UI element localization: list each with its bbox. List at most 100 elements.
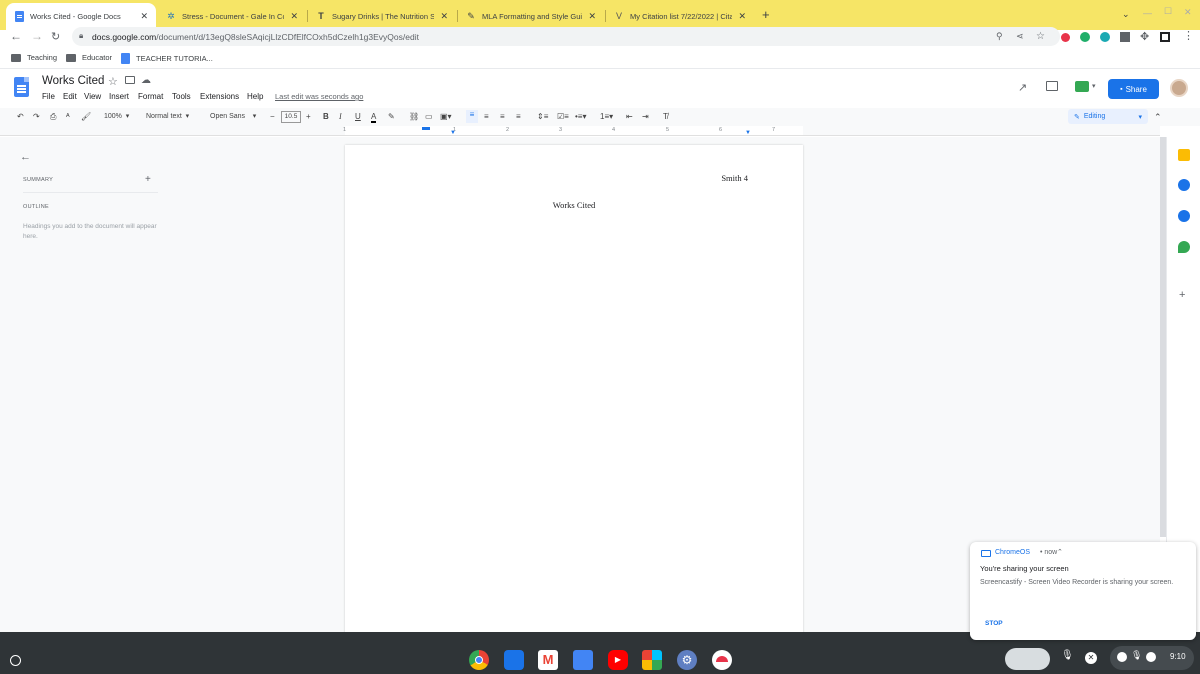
link-icon[interactable]: ⛓︎	[409, 112, 419, 121]
star-icon[interactable]: ☆	[108, 75, 118, 88]
window-close-icon[interactable]: ✕	[1184, 7, 1192, 18]
play-store-icon[interactable]	[642, 650, 662, 670]
zoom-select[interactable]: 100% ▾	[104, 112, 129, 120]
gmail-icon[interactable]: M	[538, 650, 558, 670]
settings-icon[interactable]: ⚙	[677, 650, 697, 670]
tab-mla-guide[interactable]: ✎ MLA Formatting and Style Guide ✕	[458, 4, 604, 28]
increase-indent-icon[interactable]: ⇥	[642, 112, 649, 121]
print-icon[interactable]: ⎙	[50, 112, 56, 122]
keep-icon[interactable]	[1178, 149, 1190, 161]
tasks-icon[interactable]	[1178, 179, 1190, 191]
maximize-icon[interactable]: ☐	[1164, 6, 1172, 17]
paint-format-icon[interactable]: 🖌︎	[81, 112, 91, 121]
grammarly-extension-icon[interactable]	[1080, 32, 1090, 42]
numbered-list-icon[interactable]: 1≡▾	[600, 112, 613, 121]
bookmark-teacher-tutorial[interactable]: TEACHER TUTORIA...	[121, 53, 213, 64]
redo-icon[interactable]: ↷	[33, 112, 40, 121]
undo-icon[interactable]: ↶	[17, 112, 24, 121]
document-title[interactable]: Works Cited	[42, 75, 104, 87]
chrome-icon[interactable]	[469, 650, 489, 670]
new-tab-button[interactable]: +	[762, 7, 770, 22]
share-page-icon[interactable]: ⋖	[1016, 31, 1024, 42]
docs-icon[interactable]	[573, 650, 593, 670]
chevron-down-icon[interactable]: ▾	[1092, 82, 1096, 90]
decrease-indent-icon[interactable]: ⇤	[626, 112, 633, 121]
maps-icon[interactable]	[1178, 241, 1190, 253]
sidepanel-icon[interactable]	[1160, 32, 1170, 42]
image-icon[interactable]: ▣▾	[440, 112, 452, 121]
first-line-indent-marker[interactable]	[422, 127, 430, 130]
right-indent-marker[interactable]: ▼	[745, 130, 751, 136]
more-vert-icon[interactable]: ⋮	[1183, 29, 1194, 42]
youtube-icon[interactable]: ▶	[608, 650, 628, 670]
document-page[interactable]: Smith 4 Works Cited	[345, 145, 803, 635]
highlight-icon[interactable]: ✎	[388, 112, 395, 121]
close-icon[interactable]: ✕	[588, 11, 596, 22]
bold-icon[interactable]: B	[323, 112, 329, 121]
star-icon[interactable]: ☆	[1036, 31, 1045, 42]
screencastify-icon[interactable]	[712, 650, 732, 670]
close-icon[interactable]: ✕	[290, 11, 298, 22]
reload-icon[interactable]: ↻	[51, 30, 60, 43]
menu-edit[interactable]: Edit	[63, 92, 77, 101]
back-arrow-icon[interactable]: ←	[20, 151, 31, 163]
extension-icon[interactable]	[1120, 32, 1130, 42]
activity-trend-icon[interactable]: ↗	[1018, 81, 1027, 94]
share-button[interactable]: ▪ Share	[1108, 79, 1159, 99]
tab-works-cited[interactable]: Works Cited - Google Docs ✕	[6, 3, 156, 30]
move-folder-icon[interactable]	[125, 76, 135, 84]
avatar[interactable]	[1170, 79, 1188, 97]
puzzle-icon[interactable]: ✥	[1140, 30, 1149, 43]
tab-sugary-drinks[interactable]: T Sugary Drinks | The Nutrition So ✕	[308, 4, 456, 28]
font-select[interactable]: Open Sans ▾	[210, 112, 256, 120]
files-icon[interactable]	[504, 650, 524, 670]
text-color-icon[interactable]: A	[371, 112, 377, 123]
decrease-font-size-button[interactable]: −	[270, 112, 275, 121]
docs-logo-icon[interactable]	[14, 77, 29, 97]
align-center-icon[interactable]: ≡	[484, 112, 489, 121]
chevron-up-icon[interactable]: ⌃	[1057, 548, 1063, 556]
menu-view[interactable]: View	[84, 92, 101, 101]
menu-insert[interactable]: Insert	[109, 92, 129, 101]
menu-tools[interactable]: Tools	[172, 92, 191, 101]
last-edit-link[interactable]: Last edit was seconds ago	[275, 92, 363, 101]
tab-citation-list[interactable]: V My Citation list 7/22/2022 | Cita ✕	[606, 4, 754, 28]
cloud-status-icon[interactable]: ☁︎	[141, 75, 151, 86]
style-select[interactable]: Normal text ▾	[146, 112, 189, 120]
bookmark-teaching[interactable]: Teaching	[11, 53, 57, 62]
editing-mode-select[interactable]: ✎ Editing ▾	[1068, 109, 1148, 124]
screencastify-extension-icon[interactable]	[1061, 33, 1070, 42]
back-icon[interactable]: ←	[10, 29, 22, 43]
align-justify-icon[interactable]: ≡	[516, 112, 521, 121]
address-bar[interactable]: 🔒︎ docs.google.com/document/d/13egQ8sleS…	[72, 27, 1060, 46]
font-size-input[interactable]: 10.5	[281, 111, 301, 123]
add-addon-icon[interactable]: +	[1179, 289, 1185, 301]
close-icon[interactable]: ✕	[738, 11, 746, 22]
menu-help[interactable]: Help	[247, 92, 263, 101]
clear-formatting-icon[interactable]: T̸	[663, 112, 668, 121]
page-header[interactable]: Smith 4	[721, 173, 748, 183]
menu-extensions[interactable]: Extensions	[200, 92, 239, 101]
checklist-icon[interactable]: ☑≡	[557, 112, 569, 121]
minimize-icon[interactable]: —	[1143, 8, 1152, 18]
align-left-icon[interactable]: ≡	[466, 110, 478, 123]
align-right-icon[interactable]: ≡	[500, 112, 505, 121]
tab-search-icon[interactable]: ⌄	[1122, 9, 1130, 20]
italic-icon[interactable]: I	[339, 112, 342, 121]
chevron-up-icon[interactable]: ⌃	[1154, 112, 1162, 123]
stop-sharing-button[interactable]: STOP	[985, 620, 1003, 627]
comment-add-icon[interactable]: ▭	[425, 112, 433, 121]
meet-icon[interactable]	[1075, 81, 1089, 92]
holding-space-avatars[interactable]	[1005, 648, 1050, 670]
tab-stress-document[interactable]: ✲ Stress - Document - Gale In Cont ✕	[158, 4, 306, 28]
stop-recording-icon[interactable]: ✕	[1085, 652, 1097, 664]
launcher-icon[interactable]	[10, 655, 21, 666]
forward-icon[interactable]: →	[31, 29, 43, 43]
bookmark-educator[interactable]: Educator	[66, 53, 112, 62]
increase-font-size-button[interactable]: +	[306, 112, 311, 121]
underline-icon[interactable]: U	[355, 112, 361, 121]
microphone-icon[interactable]: 🎙︎	[1061, 650, 1074, 661]
extension-icon[interactable]	[1100, 32, 1110, 42]
close-icon[interactable]: ✕	[440, 11, 448, 22]
close-icon[interactable]: ✕	[140, 11, 148, 22]
